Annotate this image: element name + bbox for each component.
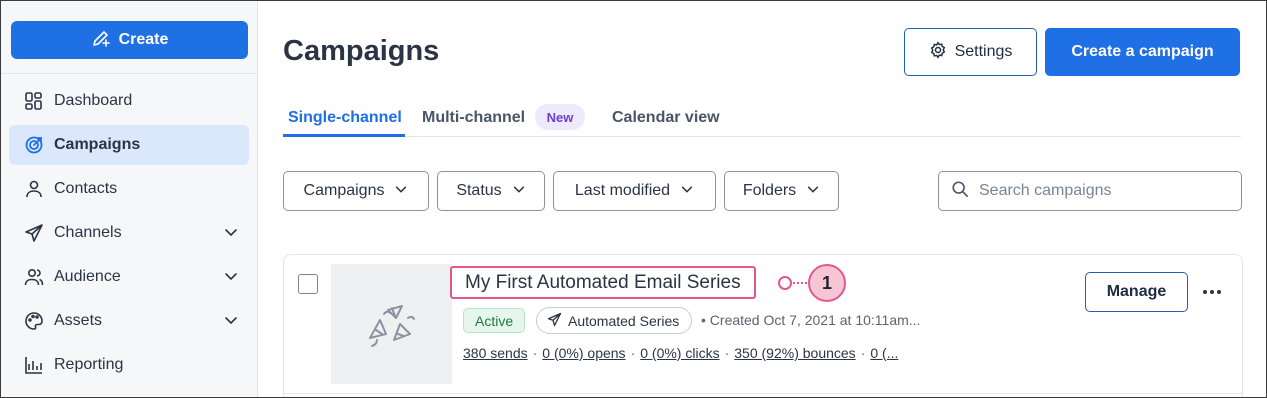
chevron-down-icon bbox=[223, 224, 239, 240]
status-badge: Active bbox=[463, 308, 526, 333]
send-icon bbox=[23, 222, 45, 244]
chevron-down-icon bbox=[512, 182, 526, 201]
filter-label: Last modified bbox=[574, 182, 671, 199]
campaign-tabs: Single-channel Multi-channel New Calenda… bbox=[283, 101, 1241, 137]
clicks-stat-link[interactable]: 0 (0%) clicks bbox=[640, 345, 719, 361]
campaign-card: My First Automated Email Series 1 Active… bbox=[283, 254, 1243, 397]
bounces-stat-link[interactable]: 350 (92%) bounces bbox=[734, 345, 855, 361]
sidebar-item-label: Campaigns bbox=[54, 136, 141, 153]
person-icon bbox=[23, 178, 45, 200]
chevron-down-icon bbox=[394, 182, 408, 201]
sidebar-item-contacts[interactable]: Contacts bbox=[9, 169, 249, 209]
create-campaign-button[interactable]: Create a campaign bbox=[1045, 28, 1240, 76]
chevron-down-icon bbox=[680, 182, 694, 201]
campaigns-filter-dropdown[interactable]: Campaigns bbox=[283, 171, 429, 211]
campaign-checkbox[interactable] bbox=[298, 274, 318, 294]
target-icon bbox=[23, 134, 45, 156]
tab-single-channel[interactable]: Single-channel bbox=[288, 109, 402, 127]
sidebar-item-dashboard[interactable]: Dashboard bbox=[9, 81, 249, 121]
campaign-thumbnail bbox=[331, 264, 452, 384]
send-icon bbox=[547, 312, 562, 330]
sidebar-item-audience[interactable]: Audience bbox=[9, 257, 249, 297]
sidebar-item-label: Channels bbox=[54, 224, 122, 241]
page-title: Campaigns bbox=[283, 35, 440, 67]
new-badge: New bbox=[535, 104, 585, 130]
last-modified-filter-dropdown[interactable]: Last modified bbox=[553, 171, 716, 211]
search-input[interactable] bbox=[979, 182, 1229, 200]
manage-button[interactable]: Manage bbox=[1085, 272, 1188, 312]
sidebar: Create Dashboard Campaigns Contacts Chan… bbox=[1, 1, 258, 397]
sidebar-item-label: Contacts bbox=[54, 180, 118, 197]
sends-stat-link[interactable]: 380 sends bbox=[463, 345, 528, 361]
settings-button[interactable]: Settings bbox=[904, 28, 1037, 76]
sidebar-item-reporting[interactable]: Reporting bbox=[9, 345, 249, 385]
create-button-label: Create bbox=[118, 31, 169, 48]
sidebar-divider bbox=[1, 73, 258, 74]
opens-stat-link[interactable]: 0 (0%) opens bbox=[542, 345, 625, 361]
status-filter-dropdown[interactable]: Status bbox=[437, 171, 545, 211]
dashboard-icon bbox=[23, 90, 45, 112]
sidebar-item-campaigns[interactable]: Campaigns bbox=[9, 125, 249, 165]
campaign-title-link[interactable]: My First Automated Email Series bbox=[450, 266, 756, 299]
search-box bbox=[938, 171, 1242, 211]
pen-plus-icon bbox=[91, 28, 111, 53]
confetti-icon bbox=[364, 294, 420, 355]
active-tab-indicator bbox=[283, 134, 405, 137]
sidebar-item-channels[interactable]: Channels bbox=[9, 213, 249, 253]
chart-icon bbox=[23, 354, 45, 376]
campaign-type-label: Automated Series bbox=[568, 312, 680, 329]
filter-label: Folders bbox=[742, 182, 797, 199]
sidebar-item-assets[interactable]: Assets bbox=[9, 301, 249, 341]
filter-label: Campaigns bbox=[303, 182, 385, 199]
settings-button-label: Settings bbox=[954, 43, 1013, 60]
campaign-type-badge: Automated Series bbox=[536, 307, 693, 334]
more-options-icon[interactable] bbox=[1198, 281, 1226, 303]
tab-calendar-view[interactable]: Calendar view bbox=[612, 109, 720, 127]
sidebar-item-label: Assets bbox=[54, 312, 103, 329]
tab-multi-channel[interactable]: Multi-channel bbox=[422, 109, 525, 127]
chevron-down-icon bbox=[806, 182, 820, 201]
create-button[interactable]: Create bbox=[11, 21, 248, 59]
folders-filter-dropdown[interactable]: Folders bbox=[724, 171, 839, 211]
audience-icon bbox=[23, 266, 45, 288]
sidebar-item-label: Dashboard bbox=[54, 92, 133, 109]
callout-number-badge: 1 bbox=[808, 264, 846, 302]
card-divider bbox=[284, 393, 1242, 394]
campaign-stats: 380 sends · 0 (0%) opens · 0 (0%) clicks · 350… bbox=[463, 345, 899, 361]
sidebar-nav: Dashboard Campaigns Contacts Channels Au… bbox=[9, 81, 249, 389]
filter-label: Status bbox=[456, 182, 502, 199]
sidebar-item-label: Audience bbox=[54, 268, 121, 285]
gear-icon bbox=[929, 40, 947, 64]
more-stat-link[interactable]: 0 (... bbox=[870, 345, 898, 361]
chevron-down-icon bbox=[223, 312, 239, 328]
palette-icon bbox=[23, 310, 45, 332]
chevron-down-icon bbox=[223, 268, 239, 284]
app-window: Create Dashboard Campaigns Contacts Chan… bbox=[0, 0, 1267, 398]
search-icon bbox=[951, 180, 969, 203]
created-date: • Created Oct 7, 2021 at 10:11am... bbox=[701, 312, 921, 328]
sidebar-item-label: Reporting bbox=[54, 356, 124, 373]
